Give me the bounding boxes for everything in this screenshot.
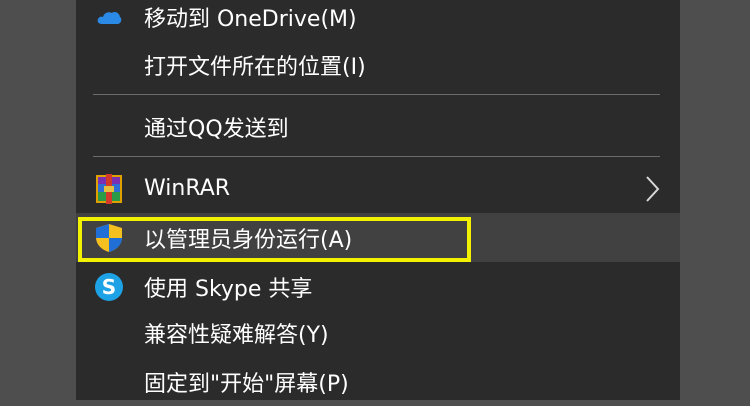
context-menu: 移动到 OneDrive(M) 打开文件所在的位置(I) 通过QQ发送到 Win… <box>76 0 680 400</box>
menu-item-winrar[interactable]: WinRAR <box>76 164 680 213</box>
menu-item-run-as-admin[interactable]: 以管理员身份运行(A) <box>76 213 680 262</box>
menu-item-label: 通过QQ发送到 <box>144 116 289 142</box>
menu-separator <box>93 94 660 95</box>
skype-icon: S <box>92 270 126 304</box>
svg-text:S: S <box>102 275 116 299</box>
menu-item-open-file-location[interactable]: 打开文件所在的位置(I) <box>76 40 680 89</box>
menu-item-label: WinRAR <box>144 176 231 201</box>
chevron-right-icon <box>642 174 662 204</box>
onedrive-cloud-icon <box>92 0 126 34</box>
menu-item-pin-to-start[interactable]: 固定到"开始"屏幕(P) <box>76 357 680 406</box>
menu-item-label: 移动到 OneDrive(M) <box>144 6 357 32</box>
menu-item-label: 兼容性疑难解答(Y) <box>144 322 329 348</box>
menu-item-share-with-skype[interactable]: S 使用 Skype 共享 <box>76 262 680 311</box>
menu-item-compatibility-troubleshoot[interactable]: 兼容性疑难解答(Y) <box>76 308 680 357</box>
menu-item-label: 固定到"开始"屏幕(P) <box>144 371 349 397</box>
menu-separator <box>93 156 660 157</box>
menu-item-label: 以管理员身份运行(A) <box>144 227 353 253</box>
menu-item-move-to-onedrive[interactable]: 移动到 OneDrive(M) <box>76 0 680 41</box>
winrar-icon <box>92 172 126 206</box>
menu-item-send-via-qq[interactable]: 通过QQ发送到 <box>76 102 680 151</box>
menu-item-label: 打开文件所在的位置(I) <box>144 54 366 80</box>
menu-item-label: 使用 Skype 共享 <box>144 276 313 302</box>
uac-shield-icon <box>92 221 126 255</box>
